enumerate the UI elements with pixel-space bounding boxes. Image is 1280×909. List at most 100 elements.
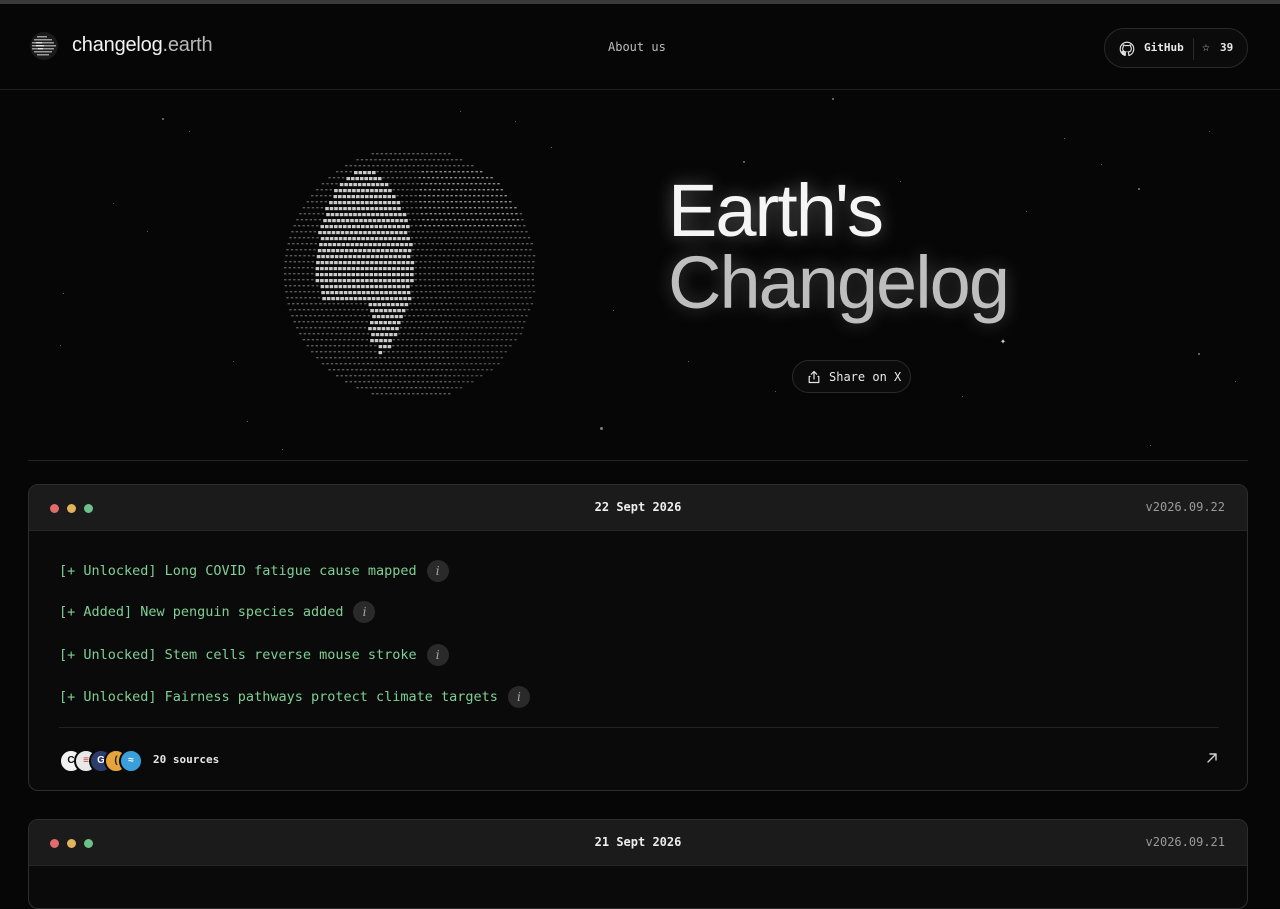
ascii-glyph <box>373 177 377 181</box>
ascii-glyph <box>297 267 300 269</box>
info-icon[interactable]: i <box>426 643 449 666</box>
ascii-glyph <box>365 345 368 347</box>
nav-about-link[interactable]: About us <box>608 40 666 54</box>
ascii-glyph <box>435 381 438 383</box>
ascii-glyph <box>494 327 497 329</box>
ascii-glyph <box>372 231 376 235</box>
changelog-item-text: [+ Unlocked] Fairness pathways protect c… <box>59 689 498 705</box>
ascii-glyph <box>469 261 472 263</box>
ascii-glyph <box>511 249 514 251</box>
info-icon[interactable]: i <box>353 600 376 623</box>
ascii-glyph <box>467 303 470 305</box>
ascii-glyph <box>513 273 516 275</box>
ascii-glyph <box>378 345 383 349</box>
ascii-glyph <box>343 291 348 295</box>
ascii-glyph <box>487 291 491 293</box>
ascii-glyph <box>395 177 399 179</box>
ascii-glyph <box>487 285 490 287</box>
ascii-glyph <box>428 357 431 359</box>
ascii-glyph <box>372 165 375 167</box>
ascii-glyph <box>453 219 457 221</box>
ascii-glyph <box>379 291 384 295</box>
ascii-glyph <box>333 201 338 205</box>
ascii-glyph <box>308 213 311 215</box>
ascii-glyph <box>298 225 301 227</box>
ascii-glyph <box>389 249 394 253</box>
ascii-glyph <box>485 219 488 221</box>
ascii-glyph <box>320 195 323 197</box>
ascii-glyph <box>325 261 329 265</box>
ascii-glyph <box>476 303 479 305</box>
ascii-glyph <box>340 171 343 173</box>
ascii-glyph <box>421 393 424 395</box>
ascii-glyph <box>325 207 329 211</box>
ascii-glyph <box>377 327 381 331</box>
ascii-glyph <box>482 237 486 239</box>
ascii-glyph <box>482 357 485 359</box>
ascii-glyph <box>417 171 420 173</box>
ascii-glyph <box>476 177 480 179</box>
github-button[interactable]: GitHub ☆ 39 <box>1104 28 1248 68</box>
ascii-glyph <box>347 321 350 323</box>
ascii-glyph <box>532 255 536 257</box>
ascii-glyph <box>379 225 383 229</box>
brand-name[interactable]: changelog.earth <box>72 34 213 57</box>
ascii-globe-logo-icon[interactable] <box>28 30 60 62</box>
ascii-glyph <box>511 297 514 299</box>
ascii-glyph <box>516 327 520 329</box>
ascii-glyph <box>285 291 288 293</box>
ascii-glyph <box>366 255 370 259</box>
ascii-glyph <box>356 279 360 283</box>
ascii-glyph <box>338 267 342 271</box>
share-on-x-button[interactable]: Share on X <box>792 360 911 393</box>
ascii-glyph <box>387 159 391 161</box>
ascii-glyph <box>392 207 397 211</box>
ascii-glyph <box>334 321 337 323</box>
ascii-glyph <box>426 219 430 221</box>
ascii-glyph <box>483 291 486 293</box>
ascii-glyph <box>369 387 373 389</box>
external-link-icon[interactable] <box>1205 751 1219 765</box>
ascii-glyph <box>514 261 517 263</box>
ascii-glyph <box>488 333 491 335</box>
info-icon[interactable]: i <box>426 559 449 582</box>
ascii-glyph <box>477 279 480 281</box>
info-icon[interactable]: i <box>507 685 530 708</box>
ascii-glyph <box>294 291 297 293</box>
ascii-glyph <box>353 363 356 365</box>
ascii-glyph <box>454 243 457 245</box>
ascii-glyph <box>446 159 449 161</box>
ascii-glyph <box>463 177 466 179</box>
ascii-glyph <box>435 375 438 377</box>
ascii-glyph <box>379 321 383 325</box>
ascii-glyph <box>409 303 412 305</box>
ascii-glyph <box>303 255 306 257</box>
ascii-glyph <box>383 225 388 229</box>
ascii-glyph <box>422 303 425 305</box>
ascii-glyph <box>331 297 335 301</box>
ascii-glyph <box>329 267 333 271</box>
ascii-glyph <box>400 369 403 371</box>
ascii-glyph <box>422 243 425 245</box>
ascii-glyph <box>385 171 388 173</box>
ascii-glyph <box>374 273 378 277</box>
ascii-glyph <box>449 303 452 305</box>
ascii-glyph <box>491 267 494 269</box>
ascii-glyph <box>404 327 407 329</box>
ascii-glyph <box>383 273 387 277</box>
ascii-glyph <box>356 321 359 323</box>
ascii-glyph <box>459 159 463 161</box>
ascii-glyph <box>295 297 298 299</box>
ascii-glyph <box>455 201 458 203</box>
ascii-glyph <box>409 369 412 371</box>
ascii-glyph <box>360 387 364 389</box>
ascii-glyph <box>367 171 372 175</box>
ascii-glyph <box>358 249 362 253</box>
ascii-glyph <box>390 165 393 167</box>
ascii-glyph <box>505 339 508 341</box>
ascii-glyph <box>511 231 515 233</box>
ascii-glyph <box>303 213 307 215</box>
ascii-glyph <box>474 291 477 293</box>
ascii-glyph <box>513 279 516 281</box>
ascii-glyph <box>526 303 529 305</box>
